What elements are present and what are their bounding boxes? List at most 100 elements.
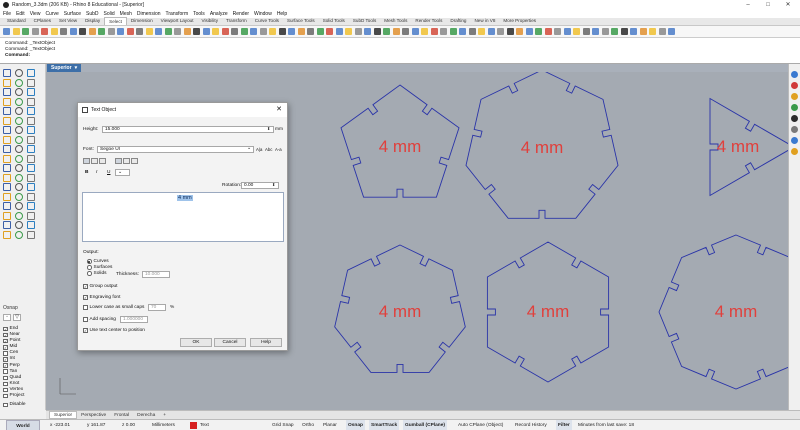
tool-button-icon[interactable] bbox=[269, 28, 276, 35]
tool-button-icon[interactable] bbox=[364, 28, 371, 35]
piece-label-text[interactable]: 4 mm bbox=[715, 302, 758, 321]
tool-button-icon[interactable] bbox=[202, 28, 210, 35]
tool-icon[interactable] bbox=[15, 69, 23, 77]
toggle-auto-cplane-object-[interactable]: Auto CPlane (Object) bbox=[458, 420, 503, 430]
height-input[interactable]: 15.000 bbox=[102, 126, 274, 133]
tool-icon[interactable] bbox=[3, 145, 11, 153]
use-text-center-checkbox[interactable]: ✓ Use text center to position bbox=[83, 328, 145, 333]
tool-button-icon[interactable] bbox=[164, 28, 172, 35]
toolbar-tab-transform[interactable]: Transform bbox=[222, 17, 251, 25]
tool-button-icon[interactable] bbox=[601, 28, 609, 35]
toolbar-tab-curve-tools[interactable]: Curve Tools bbox=[251, 17, 283, 25]
tool-icon[interactable] bbox=[27, 154, 35, 163]
tool-icon[interactable] bbox=[3, 202, 11, 210]
tool-button-icon[interactable] bbox=[31, 28, 39, 35]
toggle-record-history[interactable]: Record History bbox=[515, 420, 547, 430]
style-dropdown[interactable]: ⌄ bbox=[115, 169, 130, 176]
tool-icon[interactable] bbox=[15, 145, 23, 153]
tool-button-icon[interactable] bbox=[297, 28, 305, 35]
tool-icon[interactable] bbox=[27, 88, 35, 96]
tool-icon[interactable] bbox=[3, 97, 11, 106]
tool-icon[interactable] bbox=[15, 135, 23, 144]
tool-icon[interactable] bbox=[27, 173, 35, 182]
tool-icon[interactable] bbox=[3, 230, 11, 239]
valign-bottom-icon[interactable] bbox=[131, 158, 138, 164]
toolbar-tab-select[interactable]: Select bbox=[104, 17, 127, 25]
toolbar-tab-subd-tools[interactable]: SubD Tools bbox=[349, 17, 380, 25]
tool-icon[interactable] bbox=[15, 88, 23, 96]
tool-button-icon[interactable] bbox=[582, 28, 590, 35]
tool-icon[interactable] bbox=[27, 202, 35, 210]
small-caps-checkbox[interactable]: Lower case as small caps bbox=[83, 305, 144, 310]
tool-button-icon[interactable] bbox=[411, 28, 419, 35]
toolbar-tab-visibility[interactable]: Visibility bbox=[197, 17, 222, 25]
tool-button-icon[interactable] bbox=[516, 28, 523, 35]
tool-button-icon[interactable] bbox=[649, 28, 656, 35]
toolbar-tab-standard[interactable]: Standard bbox=[3, 17, 30, 25]
tool-icon[interactable] bbox=[3, 211, 11, 220]
tool-button-icon[interactable] bbox=[145, 28, 153, 35]
tool-button-icon[interactable] bbox=[658, 28, 666, 35]
tool-button-icon[interactable] bbox=[326, 28, 333, 35]
viewport-title-tab[interactable]: Superior ▾ bbox=[47, 64, 82, 72]
tool-button-icon[interactable] bbox=[459, 28, 466, 35]
toolbar-tab-more-properties[interactable]: More Properties bbox=[499, 17, 540, 25]
font-abc-button[interactable]: Abc bbox=[265, 147, 272, 152]
tool-icon[interactable] bbox=[15, 164, 23, 172]
tool-button-icon[interactable] bbox=[421, 28, 428, 35]
tool-button-icon[interactable] bbox=[392, 28, 400, 35]
tool-icon[interactable] bbox=[15, 107, 23, 115]
tool-button-icon[interactable] bbox=[288, 28, 295, 35]
piece-label-text[interactable]: 4 mm bbox=[521, 138, 564, 157]
filter-icon[interactable]: ▽ bbox=[13, 314, 21, 321]
tool-button-icon[interactable] bbox=[41, 28, 48, 35]
tool-icon[interactable] bbox=[27, 145, 35, 153]
tool-button-icon[interactable] bbox=[193, 28, 200, 35]
tool-button-icon[interactable] bbox=[554, 28, 561, 35]
toggle-planar[interactable]: Planar bbox=[323, 420, 337, 430]
tool-button-icon[interactable] bbox=[126, 28, 134, 35]
panel-icon[interactable] bbox=[791, 104, 798, 111]
tool-button-icon[interactable] bbox=[506, 28, 514, 35]
tool-button-icon[interactable] bbox=[117, 28, 124, 35]
panel-icon[interactable] bbox=[791, 115, 798, 122]
cplane-indicator[interactable]: World bbox=[6, 420, 40, 430]
tool-icon[interactable] bbox=[15, 116, 23, 125]
tool-button-icon[interactable] bbox=[639, 28, 647, 35]
command-prompt[interactable]: Command: bbox=[0, 53, 800, 59]
tool-icon[interactable] bbox=[15, 183, 23, 191]
tool-button-icon[interactable] bbox=[155, 28, 162, 35]
tool-button-icon[interactable] bbox=[316, 28, 324, 35]
tool-icon[interactable] bbox=[3, 221, 11, 229]
tool-button-icon[interactable] bbox=[430, 28, 438, 35]
tool-button-icon[interactable] bbox=[373, 28, 381, 35]
tool-icon[interactable] bbox=[3, 69, 11, 77]
output-curves-radio[interactable]: Curves bbox=[87, 259, 109, 264]
tool-button-icon[interactable] bbox=[307, 28, 314, 35]
tool-icon[interactable] bbox=[27, 116, 35, 125]
align-center-icon[interactable] bbox=[91, 158, 98, 164]
tool-button-icon[interactable] bbox=[630, 28, 637, 35]
cancel-button[interactable]: Cancel bbox=[214, 338, 246, 347]
viewport-menu-icon[interactable]: ▾ bbox=[75, 65, 78, 71]
tool-button-icon[interactable] bbox=[136, 28, 143, 35]
tool-icon[interactable] bbox=[3, 116, 11, 125]
tool-button-icon[interactable] bbox=[50, 28, 58, 35]
current-layer[interactable]: Text bbox=[200, 420, 209, 430]
toolbar-tab-surface-tools[interactable]: Surface Tools bbox=[283, 17, 319, 25]
piece-label-text[interactable]: 4 mm bbox=[379, 302, 422, 321]
tool-icon[interactable] bbox=[3, 126, 11, 134]
tool-icon[interactable] bbox=[3, 107, 11, 115]
tool-button-icon[interactable] bbox=[592, 28, 599, 35]
toolbar-tab-new-in-v8[interactable]: New in V8 bbox=[470, 17, 499, 25]
tool-button-icon[interactable] bbox=[22, 28, 29, 35]
toolbar-tab-dimension[interactable]: Dimension bbox=[127, 17, 157, 25]
tool-icon[interactable] bbox=[15, 230, 23, 239]
engraving-font-checkbox[interactable]: ✓ Engraving font bbox=[83, 295, 120, 300]
tool-icon[interactable] bbox=[27, 230, 35, 239]
tool-icon[interactable] bbox=[3, 78, 11, 87]
toggle-osnap[interactable]: Osnap bbox=[346, 420, 365, 430]
panel-icon[interactable] bbox=[791, 137, 798, 144]
tool-button-icon[interactable] bbox=[354, 28, 362, 35]
piece-label-text[interactable]: 4 mm bbox=[717, 137, 760, 156]
